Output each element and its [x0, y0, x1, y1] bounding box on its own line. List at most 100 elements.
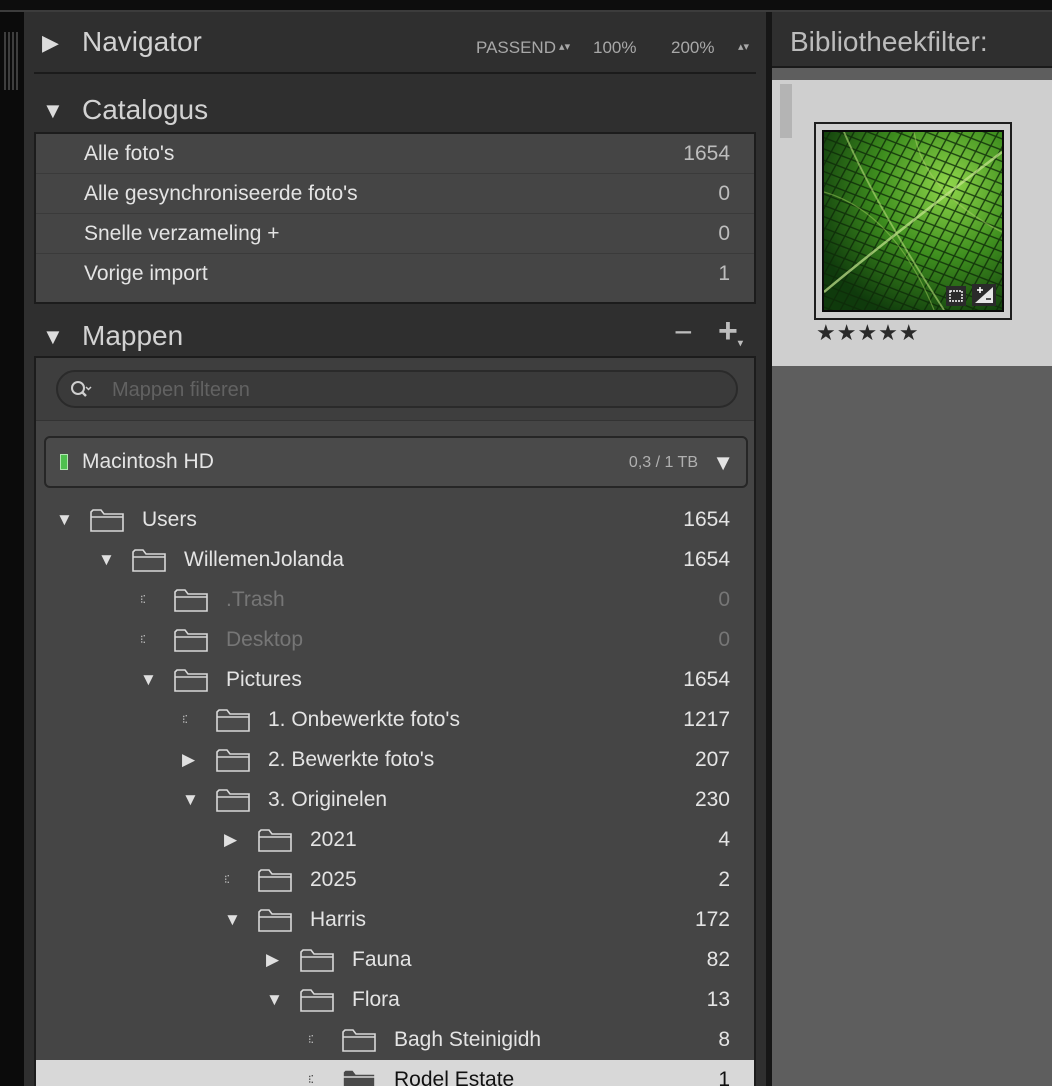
- folder-name: 1. Onbewerkte foto's: [268, 708, 460, 731]
- panel-resize-grip[interactable]: [4, 32, 18, 90]
- folder-row-harris[interactable]: ▼ Harris 172: [36, 900, 754, 940]
- collapse-triangle-icon[interactable]: ▼: [140, 670, 160, 690]
- photo-thumbnail-cell[interactable]: [814, 122, 1012, 320]
- folder-photo-count: 0: [718, 628, 730, 651]
- volume-header[interactable]: Macintosh HD 0,3 / 1 TB ▼: [44, 436, 748, 488]
- expand-triangle-icon[interactable]: ▶: [224, 830, 244, 850]
- catalog-item-count: 0: [718, 182, 730, 205]
- folder-row-pictures[interactable]: ▼ Pictures 1654: [36, 660, 754, 700]
- zoom-100-button[interactable]: 100%: [593, 38, 636, 58]
- catalog-title: Catalogus: [82, 94, 209, 125]
- folder-name: Harris: [310, 908, 366, 931]
- left-panel: ▶ Navigator PASSEND ▴▾ 100% 200% ▴▾ ▼ Ca…: [24, 12, 766, 1086]
- catalog-item-label: Alle foto's: [84, 142, 175, 165]
- expand-triangle-icon[interactable]: ▶: [182, 750, 202, 770]
- collapse-triangle-icon[interactable]: ▼: [224, 910, 244, 930]
- up-down-arrows-icon: ▴▾: [738, 41, 750, 53]
- folder-icon: [174, 668, 208, 692]
- folder-icon: [258, 828, 292, 852]
- folder-icon: [300, 948, 334, 972]
- dropdown-caret-icon: ▾: [737, 338, 743, 349]
- volume-collapse-triangle-icon[interactable]: ▼: [712, 450, 734, 476]
- folder-name: Fauna: [352, 948, 412, 971]
- folder-photo-count: 1217: [683, 708, 730, 731]
- volume-size: 0,3 / 1 TB: [628, 454, 698, 471]
- thumbnail-grid-row: ★★★★★: [772, 80, 1052, 366]
- folder-row-desktop[interactable]: ⁝⁚ Desktop 0: [36, 620, 754, 660]
- volume-status-led: [60, 454, 68, 470]
- develop-adjustments-badge-icon[interactable]: [972, 284, 996, 306]
- folder-row-fauna[interactable]: ▶ Fauna 82: [36, 940, 754, 980]
- expand-triangle-icon[interactable]: ▶: [266, 950, 286, 970]
- folder-icon: [216, 708, 250, 732]
- catalog-item-count: 0: [718, 222, 730, 245]
- folder-search-field[interactable]: [56, 370, 738, 408]
- folder-row-willemenjolanda[interactable]: ▼ WillemenJolanda 1654: [36, 540, 754, 580]
- collapse-triangle-icon[interactable]: ▼: [56, 510, 76, 530]
- folder-row-bewerkte-fotos[interactable]: ▶ 2. Bewerkte foto's 207: [36, 740, 754, 780]
- folder-row-onbewerkte-fotos[interactable]: ⁝⁚ 1. Onbewerkte foto's 1217: [36, 700, 754, 740]
- volume-name: Macintosh HD: [82, 450, 214, 473]
- folder-row-bagh-steinigidh[interactable]: ⁝⁚ Bagh Steinigidh 8: [36, 1020, 754, 1060]
- folder-name: Bagh Steinigidh: [394, 1028, 542, 1051]
- left-edge-strip: [0, 12, 24, 1086]
- folder-name: 3. Originelen: [268, 788, 388, 811]
- folder-row-2025[interactable]: ⁝⁚ 2025 2: [36, 860, 754, 900]
- folder-photo-count: 207: [694, 748, 730, 771]
- zoom-200-button[interactable]: 200%: [671, 38, 714, 58]
- star-rating[interactable]: ★★★★★: [816, 320, 920, 346]
- library-filter-title[interactable]: Bibliotheekfilter:: [790, 26, 988, 58]
- catalog-item-quick-collection[interactable]: Snelle verzameling + 0: [36, 214, 754, 254]
- catalog-header[interactable]: ▼ Catalogus: [24, 84, 766, 134]
- folder-row-originelen[interactable]: ▼ 3. Originelen 230: [36, 780, 754, 820]
- folder-search-input[interactable]: [110, 376, 714, 404]
- folder-name: 2021: [310, 828, 357, 851]
- catalog-item-label: Snelle verzameling +: [84, 222, 280, 245]
- folder-row-users[interactable]: ▼ Users 1654: [36, 500, 754, 540]
- grid-view: Bibliotheekfilter: ★★★★★: [772, 12, 1052, 1086]
- photo-thumbnail-image[interactable]: [822, 130, 1004, 312]
- folder-icon: [174, 588, 208, 612]
- no-subfolder-indicator-icon: ⁝⁚: [308, 1034, 314, 1046]
- no-subfolder-indicator-icon: ⁝⁚: [140, 594, 146, 606]
- expand-triangle-icon[interactable]: ▶: [42, 32, 59, 54]
- search-icon[interactable]: [70, 380, 92, 400]
- collapse-triangle-icon[interactable]: ▼: [42, 326, 64, 348]
- collapse-triangle-icon[interactable]: ▼: [266, 990, 286, 1010]
- crop-badge-icon[interactable]: [946, 286, 966, 306]
- zoom-fit-button[interactable]: PASSEND ▴▾: [476, 38, 570, 58]
- folder-icon: [258, 868, 292, 892]
- zoom-ratio-stepper[interactable]: ▴▾: [738, 38, 749, 58]
- folder-name: 2. Bewerkte foto's: [268, 748, 435, 771]
- add-folder-button[interactable]: +▾: [718, 312, 743, 351]
- folder-search-row: [36, 358, 754, 421]
- folder-name: Desktop: [226, 628, 304, 651]
- navigator-header[interactable]: ▶ Navigator PASSEND ▴▾ 100% 200% ▴▾: [24, 18, 766, 68]
- catalog-item-label: Vorige import: [84, 262, 208, 285]
- no-subfolder-indicator-icon: ⁝⁚: [182, 714, 188, 726]
- folder-photo-count: 1: [718, 1068, 730, 1086]
- folder-row-trash[interactable]: ⁝⁚ .Trash 0: [36, 580, 754, 620]
- folder-row-rodel-estate[interactable]: ⁝⁚ Rodel Estate 1: [36, 1060, 754, 1086]
- catalog-item-previous-import[interactable]: Vorige import 1: [36, 254, 754, 294]
- folder-photo-count: 8: [718, 1028, 730, 1051]
- catalog-item-synced-photos[interactable]: Alle gesynchroniseerde foto's 0: [36, 174, 754, 214]
- remove-folder-button[interactable]: −: [674, 314, 693, 351]
- folder-row-flora[interactable]: ▼ Flora 13: [36, 980, 754, 1020]
- folder-photo-count: 1654: [683, 548, 730, 571]
- folder-photo-count: 0: [718, 588, 730, 611]
- folders-header[interactable]: ▼ Mappen − +▾: [24, 308, 766, 358]
- collapse-triangle-icon[interactable]: ▼: [42, 100, 64, 122]
- navigator-title: Navigator: [82, 26, 202, 57]
- folder-name: Users: [142, 508, 197, 531]
- grid-scrollbar[interactable]: [780, 84, 792, 138]
- folder-photo-count: 172: [694, 908, 730, 931]
- folders-title: Mappen: [82, 320, 184, 351]
- collapse-triangle-icon[interactable]: ▼: [182, 790, 202, 810]
- folder-photo-count: 230: [694, 788, 730, 811]
- catalog-item-all-photos[interactable]: Alle foto's 1654: [36, 134, 754, 174]
- folder-row-2021[interactable]: ▶ 2021 4: [36, 820, 754, 860]
- collapse-triangle-icon[interactable]: ▼: [98, 550, 118, 570]
- no-subfolder-indicator-icon: ⁝⁚: [140, 634, 146, 646]
- folder-name: Rodel Estate: [394, 1068, 515, 1086]
